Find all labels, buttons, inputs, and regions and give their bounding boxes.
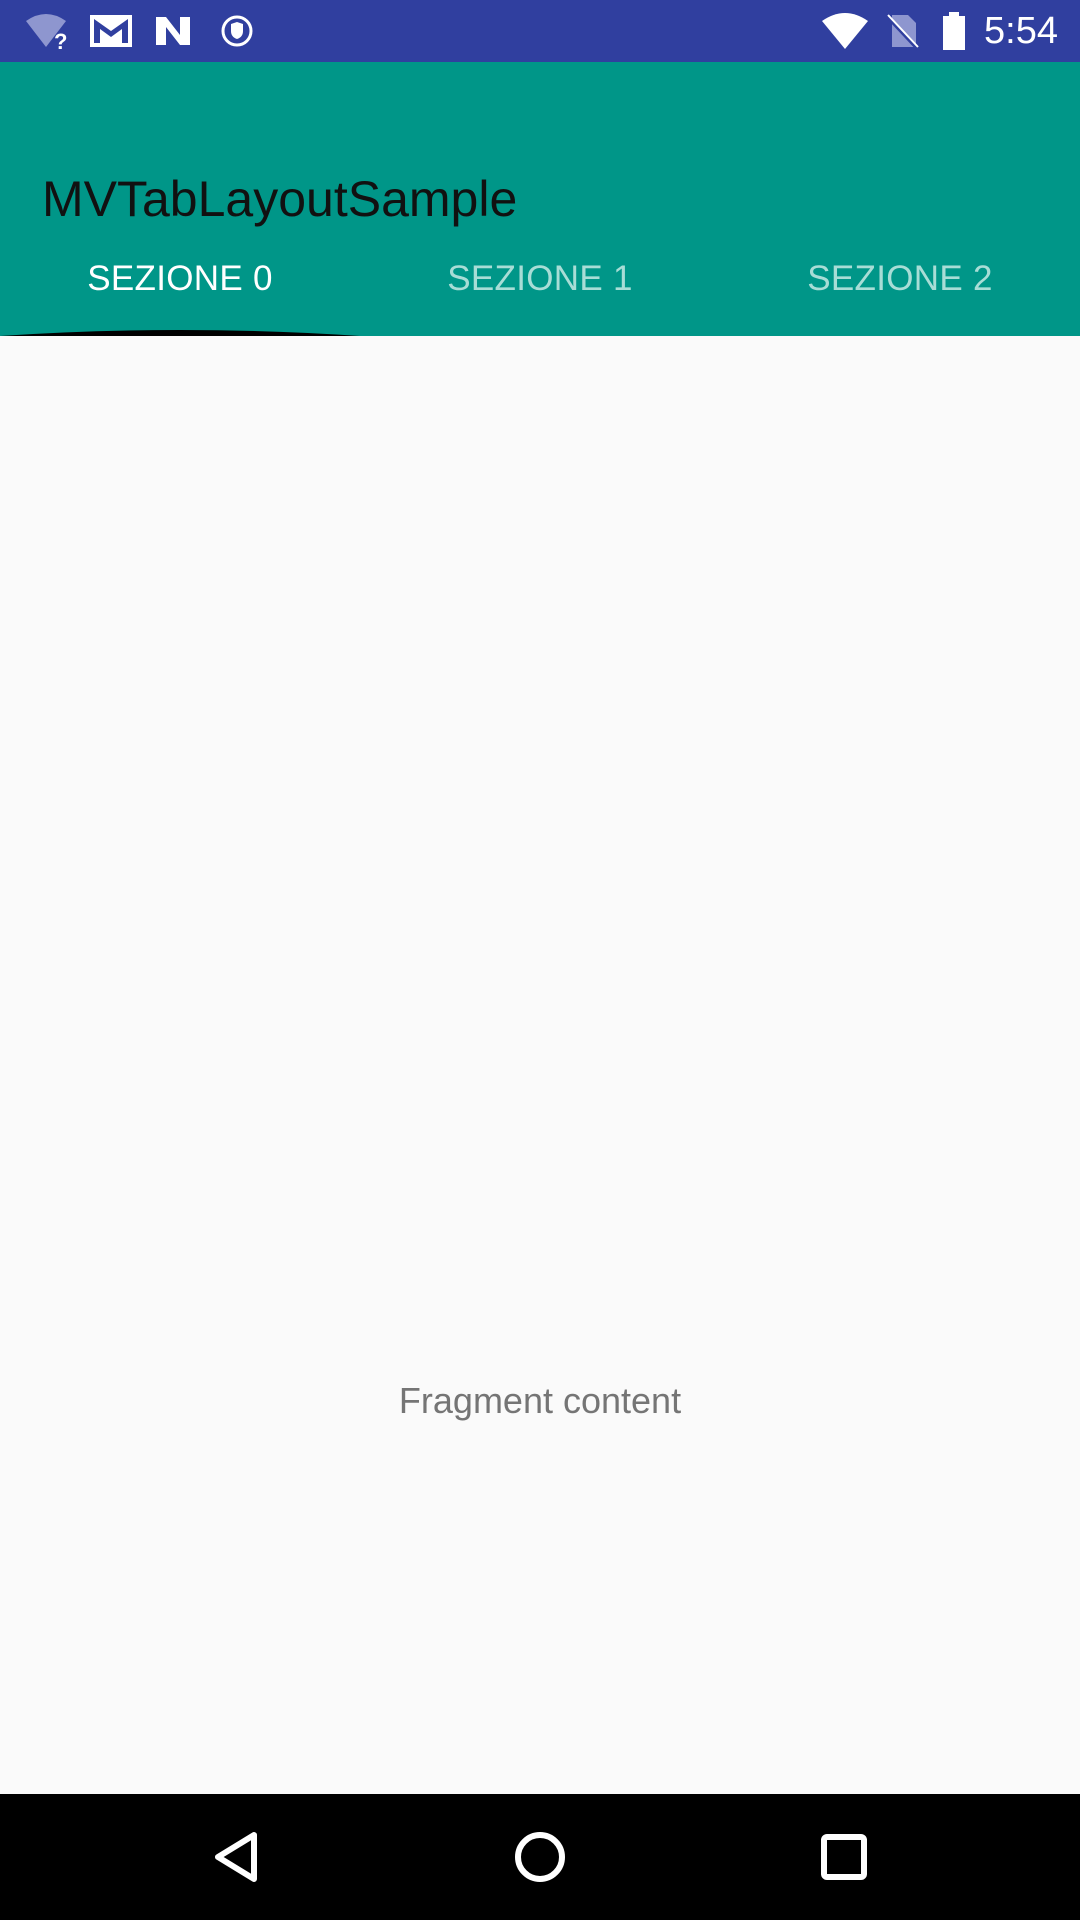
tab-sezione-0[interactable]: SEZIONE 0 xyxy=(0,222,360,336)
screen: ? 5:54 MVTabLayoutSample SEZIONE 0 SEZIO… xyxy=(0,0,1080,1920)
status-bar: ? 5:54 xyxy=(0,0,1080,62)
wifi-question-icon: ? xyxy=(24,0,72,62)
home-button[interactable] xyxy=(470,1794,610,1920)
fragment-content-text: Fragment content xyxy=(398,1380,682,1421)
no-sim-icon xyxy=(884,0,920,62)
wifi-icon xyxy=(820,0,870,62)
status-time: 5:54 xyxy=(984,10,1058,52)
shield-icon xyxy=(220,0,254,62)
tab-label: SEZIONE 1 xyxy=(447,259,633,298)
battery-icon xyxy=(940,0,968,62)
recents-icon xyxy=(821,1834,867,1880)
tab-indicator xyxy=(0,330,360,336)
recents-button[interactable] xyxy=(774,1794,914,1920)
back-icon xyxy=(215,1832,257,1882)
n-app-icon xyxy=(152,0,194,62)
tab-label: SEZIONE 0 xyxy=(87,259,273,298)
tab-sezione-2[interactable]: SEZIONE 2 xyxy=(720,222,1080,336)
tab-layout: SEZIONE 0 SEZIONE 1 SEZIONE 2 xyxy=(0,222,1080,336)
home-icon xyxy=(515,1832,565,1882)
back-button[interactable] xyxy=(166,1794,306,1920)
gmail-icon xyxy=(88,0,134,62)
svg-text:?: ? xyxy=(54,29,67,51)
tab-label: SEZIONE 2 xyxy=(807,259,993,298)
fragment-container: Fragment content xyxy=(0,336,1080,1794)
navigation-bar xyxy=(0,1794,1080,1920)
tab-sezione-1[interactable]: SEZIONE 1 xyxy=(360,222,720,336)
